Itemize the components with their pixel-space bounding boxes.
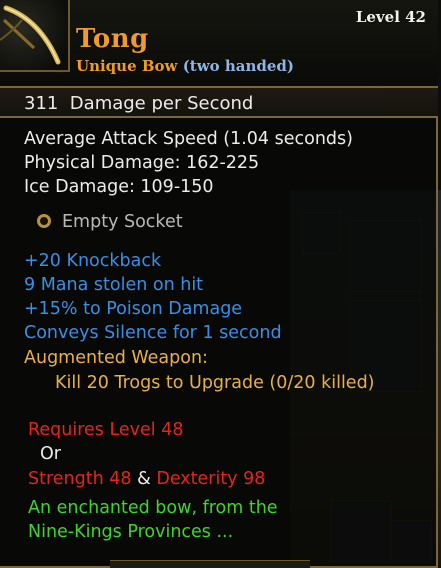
requirement-dexterity: Dexterity 98 [156,469,266,489]
item-name: Tong [76,24,149,54]
requirement-amp: & [137,469,151,489]
item-rarity: Unique Bow [76,57,178,75]
ice-damage: Ice Damage: 109-150 [24,177,214,197]
item-tooltip: Tong Unique Bow (two handed) Level 42 31… [0,0,438,568]
tooltip-header: Tong Unique Bow (two handed) Level 42 [0,0,438,86]
requirement-strength: Strength 48 [28,469,132,489]
attack-speed: Average Attack Speed (1.04 seconds) [24,129,353,149]
augment-title: Augmented Weapon: [24,348,208,368]
enchantment-line: Conveys Silence for 1 second [24,323,282,343]
enchantment-line: +15% to Poison Damage [24,299,243,319]
physical-damage: Physical Damage: 162-225 [24,153,260,173]
footer-hint-strip [110,560,310,568]
description-line-2: Nine-Kings Provinces ... [28,522,234,542]
requirement-level: Requires Level 48 [28,420,184,440]
socket-ring-icon [37,214,51,228]
augment-task: Kill 20 Trogs to Upgrade (0/20 killed) [55,373,375,393]
enchantment-line: 9 Mana stolen on hit [24,275,204,295]
bow-icon [0,0,70,72]
enchantment-line: +20 Knockback [24,251,162,271]
item-level: Level 42 [355,8,426,26]
requirement-attributes: Strength 48 & Dexterity 98 [28,468,265,490]
requirement-or: Or [40,444,61,464]
description-line-1: An enchanted bow, from the [28,498,278,518]
item-handedness: (two handed) [182,57,295,75]
dps-value: 311 Damage per Second [24,93,254,114]
dps-bar: 311 Damage per Second [0,86,438,118]
socket-label: Empty Socket [62,212,183,232]
item-type: Unique Bow (two handed) [76,57,294,75]
